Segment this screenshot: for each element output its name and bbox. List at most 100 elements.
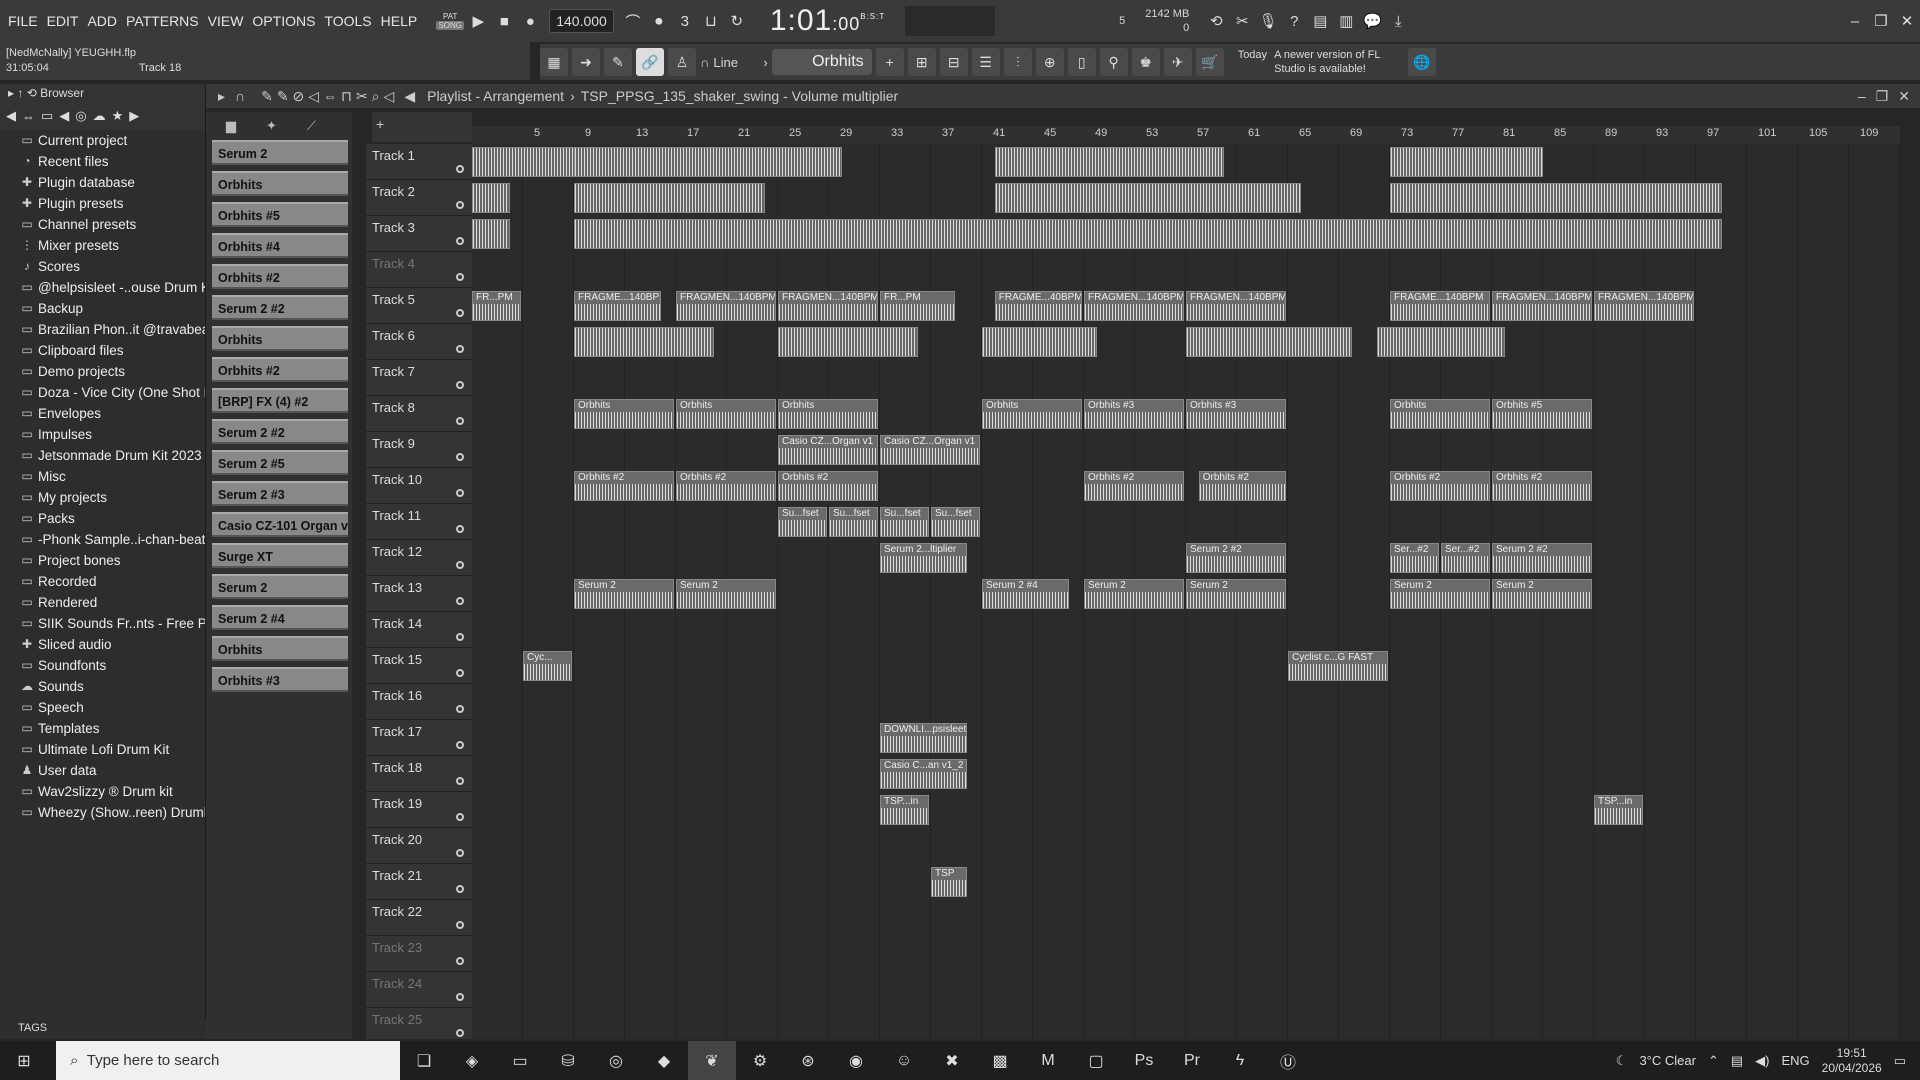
app-icon[interactable]: ◈ [448,1041,496,1080]
browser-item[interactable]: ▭ Impulses [0,424,205,445]
play-icon[interactable]: ▸ [218,88,225,105]
pattern-item[interactable]: Surge XT [212,543,348,568]
playlist-clip[interactable]: DOWNLI...psisleet [880,723,968,753]
microphone-icon[interactable]: 🎙 [1255,8,1281,34]
menu-item-add[interactable]: ADD [87,13,117,29]
playlist-clip[interactable]: Serum 2 [1390,579,1490,609]
browser-item[interactable]: ▭ Channel presets [0,214,205,235]
playlist-clip[interactable]: Orbhits #3 [1084,399,1184,429]
pattern-clip[interactable] [574,147,842,177]
playlist-clip[interactable]: Orbhits #5 [1492,399,1592,429]
track-header[interactable]: Track 21 [366,864,472,900]
pattern-item[interactable]: Orbhits [212,171,348,196]
browser-item[interactable]: ♪ Scores [0,256,205,277]
star-icon[interactable]: ★ [112,108,124,124]
weather-text[interactable]: 3°C Clear [1639,1053,1696,1068]
playlist-clip[interactable]: FRAGMEN...140BPM [778,291,878,321]
track-mute-icon[interactable] [456,705,464,713]
cloud-icon[interactable]: ☁ [93,108,106,124]
playlist-clip[interactable]: Su...fset [829,507,878,537]
playlist-clip[interactable]: Orbhits [778,399,878,429]
track-header[interactable]: Track 8 [366,396,472,432]
pattern-clip[interactable] [574,183,766,213]
stop-icon[interactable]: ■ [491,8,517,34]
add-pattern-icon[interactable]: + [875,48,904,76]
playlist-clip[interactable]: Serum 2 [574,579,674,609]
pattern-clip[interactable] [472,183,511,213]
photoshop-icon[interactable]: Ps [1120,1041,1168,1080]
playlist-clip[interactable]: Orbhits #2 [1492,471,1592,501]
pattern-clip[interactable] [994,147,1225,177]
store-icon[interactable]: ⛁ [544,1041,592,1080]
person-icon[interactable]: ♚ [1131,48,1160,76]
browser-item[interactable]: ▭ Current project [0,130,205,151]
pat-song-toggle[interactable]: PAT SONG [435,8,465,34]
record-icon[interactable]: ● [517,8,543,34]
playlist-clip[interactable]: Orbhits [676,399,776,429]
cut-icon[interactable]: ✂ [1229,8,1255,34]
track-mute-icon[interactable] [456,201,464,209]
playlist-clip[interactable]: Orbhits #2 [1198,471,1286,501]
speaker-icon[interactable]: ◀ [404,88,415,105]
track-mute-icon[interactable] [456,165,464,173]
magnet-icon[interactable]: ∩ [235,88,245,104]
premiere-icon[interactable]: Pr [1168,1041,1216,1080]
playlist-clip[interactable]: Su...fset [931,507,980,537]
track-header[interactable]: Track 16 [366,684,472,720]
app-icon[interactable]: ϟ [1216,1041,1264,1080]
pattern-clip[interactable] [778,327,919,357]
track-mute-icon[interactable] [456,561,464,569]
track-mute-icon[interactable] [456,633,464,641]
browser-item[interactable]: ▭ @helpsisleet -..ouse Drum Kit) [0,277,205,298]
browser-item[interactable]: ▭ SIIK Sounds Fr..nts - Free Pack [0,613,205,634]
track-header[interactable]: Track 9 [366,432,472,468]
pattern-clip[interactable] [1390,183,1722,213]
menu-item-patterns[interactable]: PATTERNS [126,13,199,29]
chevron-up-icon[interactable]: ⌃ [1708,1053,1719,1069]
loop-record-icon[interactable]: ↻ [724,8,750,34]
playlist-icon[interactable]: ☰ [971,48,1000,76]
playlist-clip[interactable]: Su...fset [778,507,827,537]
track-mute-icon[interactable] [456,453,464,461]
playlist-clip[interactable]: Casio CZ...Organ v1 [778,435,878,465]
plugin-icon[interactable]: ⊕ [1035,48,1064,76]
menu-item-view[interactable]: VIEW [208,13,244,29]
undo-icon[interactable]: ⟲ [1203,8,1229,34]
browser-item[interactable]: ✚ Plugin presets [0,193,205,214]
playlist-clip[interactable]: FRAGMEN...140BPM [676,291,776,321]
pattern-clip[interactable] [574,219,1722,249]
playlist-clip[interactable]: Ser...#2 [1390,543,1439,573]
brush-icon[interactable]: ✎ [604,48,632,76]
playlist-clip[interactable]: Ser...#2 [1441,543,1490,573]
playlist-clip[interactable]: Orbhits #2 [574,471,674,501]
piano-roll-icon[interactable]: ▆ [226,118,236,134]
browser-header[interactable]: ▸ ↑ ⟲ Browser [0,84,205,102]
playlist-clip[interactable]: Serum 2 #4 [982,579,1070,609]
track-header[interactable]: Track 18 [366,756,472,792]
menu-item-file[interactable]: FILE [8,13,38,29]
pattern-clip[interactable] [472,219,511,249]
browser-item[interactable]: ▭ Templates [0,718,205,739]
menu-item-edit[interactable]: EDIT [47,13,79,29]
browser-item[interactable]: ▭ Soundfonts [0,655,205,676]
playlist-grid[interactable]: FR...PM FRAGME...140BPM FRAGMEN...140BPM FR… [472,144,1900,1039]
playlist-clip[interactable]: Orbhits [982,399,1082,429]
track-header[interactable]: Track 1 [366,144,472,180]
add-track-icon[interactable]: + [376,116,384,132]
chevron-right-icon[interactable]: › [763,55,767,70]
audio-icon[interactable]: ✦ [266,118,277,134]
track-mute-icon[interactable] [456,1029,464,1037]
track-mute-icon[interactable] [456,813,464,821]
pattern-item[interactable]: Serum 2 #4 [212,605,348,630]
pattern-item[interactable]: Serum 2 #3 [212,481,348,506]
pattern-item[interactable]: Orbhits [212,636,348,661]
snap-mode[interactable]: Line [713,55,759,70]
app-icon[interactable]: ◆ [640,1041,688,1080]
playlist-clip[interactable]: Orbhits #2 [778,471,878,501]
track-header[interactable]: Track 11 [366,504,472,540]
pattern-clip[interactable] [472,147,587,177]
browser-item[interactable]: ▭ Packs [0,508,205,529]
forward-icon[interactable]: ▶ [129,108,139,124]
browser-item[interactable]: ▭ Brazilian Phon..it @travabeats [0,319,205,340]
browser-item[interactable]: ▭ Recorded [0,571,205,592]
